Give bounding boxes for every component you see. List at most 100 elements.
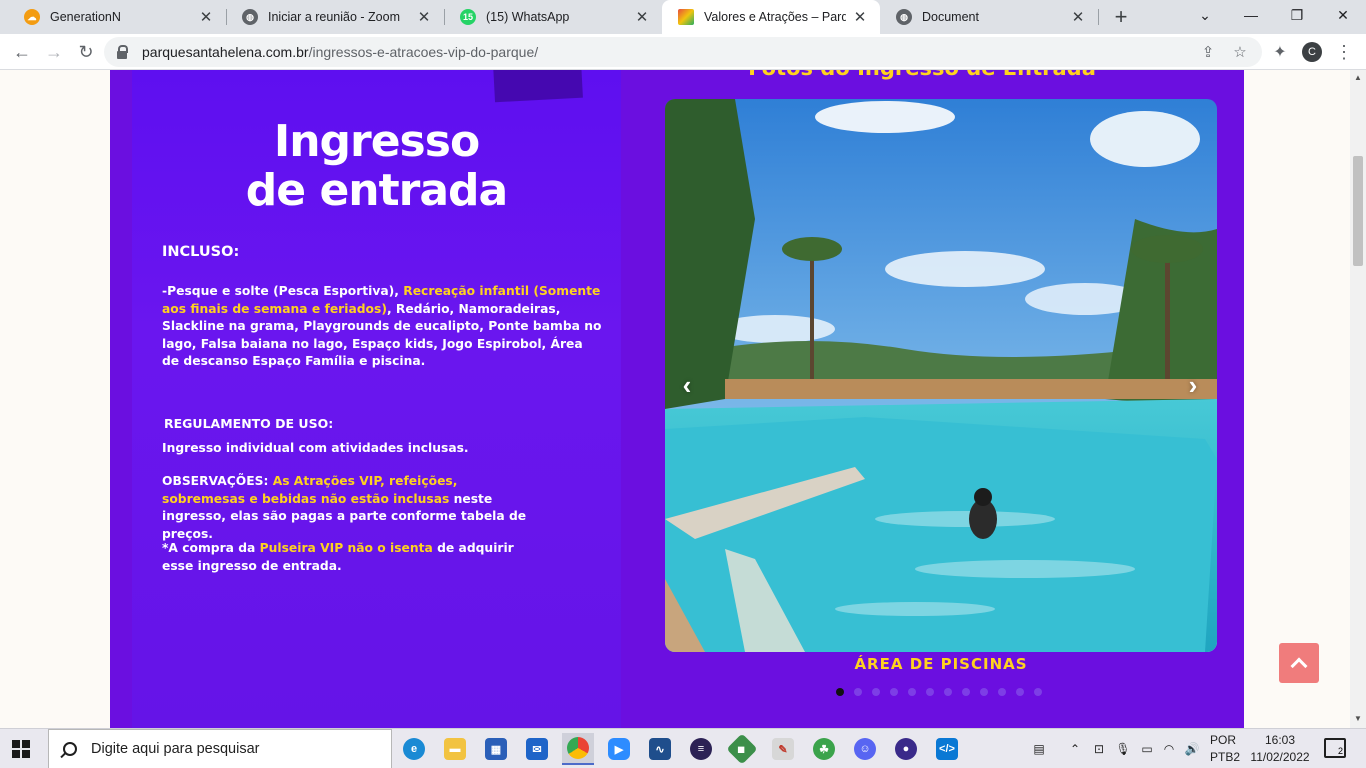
menu-kebab-icon[interactable]: ⋮ xyxy=(1330,38,1358,66)
gallery-title: Fotos do Ingresso de Entrada xyxy=(646,70,1198,80)
decorative-tape xyxy=(493,70,583,103)
promo-heading-line1: Ingresso xyxy=(273,116,480,167)
page-scrollbar[interactable]: ▲ ▼ xyxy=(1350,70,1366,728)
tab-zoom[interactable]: ◍ Iniciar a reunião - Zoom ✕ xyxy=(226,0,444,34)
close-icon[interactable]: ✕ xyxy=(198,9,214,26)
search-placeholder: Digite aqui para pesquisar xyxy=(91,741,260,757)
windows-taskbar: Digite aqui para pesquisar e ▬ ▦ ✉ ▶ ∿ ≡… xyxy=(0,728,1366,768)
bookmark-star-icon[interactable]: ☆ xyxy=(1230,42,1250,62)
scroll-down-arrow[interactable]: ▼ xyxy=(1353,714,1363,724)
tab-search-button[interactable]: ⌄ xyxy=(1182,0,1228,30)
gallery-slide-image[interactable] xyxy=(665,99,1217,652)
search-icon xyxy=(63,742,77,756)
android-studio-icon[interactable]: ☘ xyxy=(808,733,840,765)
chrome-icon[interactable] xyxy=(562,733,594,765)
forward-button[interactable]: → xyxy=(40,38,68,66)
paint-icon[interactable]: ✎ xyxy=(767,733,799,765)
gallery-dot[interactable] xyxy=(962,688,970,696)
tab-title: Document xyxy=(922,10,979,24)
pool-photo xyxy=(665,99,1217,652)
chevron-up-icon xyxy=(1290,657,1308,675)
browser-toolbar: ← → ↻ parquesantahelena.com.br/ingressos… xyxy=(0,34,1366,70)
scroll-up-arrow[interactable]: ▲ xyxy=(1353,73,1363,83)
edge-icon[interactable]: e xyxy=(398,733,430,765)
keyboard-layout: PTB2 xyxy=(1210,750,1241,764)
gallery-dot[interactable] xyxy=(890,688,898,696)
gallery-dot[interactable] xyxy=(980,688,988,696)
gallery-dot[interactable] xyxy=(836,688,844,696)
tab-document[interactable]: ◍ Document ✕ xyxy=(880,0,1098,34)
minimize-button[interactable]: — xyxy=(1228,0,1274,30)
tab-separator xyxy=(1098,9,1099,25)
tab-generation[interactable]: ☁ GenerationN ✕ xyxy=(8,0,226,34)
eclipse-icon[interactable]: ≡ xyxy=(685,733,717,765)
microphone-icon[interactable]: 🎙 xyxy=(1114,729,1132,768)
gallery-dot[interactable] xyxy=(1016,688,1024,696)
notifications-icon[interactable]: 2 xyxy=(1324,738,1346,758)
url-path: /ingressos-e-atracoes-vip-do-parque/ xyxy=(308,44,539,60)
page-viewport: Ingresso de entrada INCLUSO: -Pesque e s… xyxy=(0,70,1350,728)
tab-whatsapp[interactable]: 15 (15) WhatsApp ✕ xyxy=(444,0,662,34)
rules-text: Ingresso individual com atividades inclu… xyxy=(162,441,469,455)
gallery-dot[interactable] xyxy=(908,688,916,696)
tab-title: Valores e Atrações – Parque S xyxy=(704,10,846,24)
mail-icon[interactable]: ✉ xyxy=(521,733,553,765)
extensions-icon[interactable]: ✦ xyxy=(1266,38,1294,66)
chevron-up-icon[interactable]: ⌃ xyxy=(1066,729,1084,768)
close-icon[interactable]: ✕ xyxy=(634,9,650,26)
whatsapp-icon: 15 xyxy=(460,9,476,25)
tab-parque[interactable]: Valores e Atrações – Parque S ✕ xyxy=(662,0,880,34)
gallery-dot[interactable] xyxy=(998,688,1006,696)
scrollbar-thumb[interactable] xyxy=(1353,156,1363,266)
vip-note-text: *A compra da Pulseira VIP não o isenta d… xyxy=(162,541,514,573)
tab-title: Iniciar a reunião - Zoom xyxy=(268,10,401,24)
gallery-prev-arrow[interactable]: ‹ xyxy=(672,370,702,400)
gallery-dot[interactable] xyxy=(854,688,862,696)
back-to-top-button[interactable] xyxy=(1279,643,1319,683)
zoom-icon[interactable]: ▶ xyxy=(603,733,635,765)
language-indicator[interactable]: POR PTB2 xyxy=(1210,732,1240,766)
restore-button[interactable]: ❐ xyxy=(1274,0,1320,30)
cloud-icon: ☁ xyxy=(24,9,40,25)
task-view-icon[interactable]: ▤ xyxy=(1026,729,1052,768)
tab-title: GenerationN xyxy=(50,10,121,24)
rules-title: REGULAMENTO DE USO: xyxy=(164,416,334,431)
usb-icon[interactable]: ⊡ xyxy=(1090,729,1108,768)
store-icon[interactable]: ▦ xyxy=(480,733,512,765)
new-tab-button[interactable]: + xyxy=(1108,4,1134,30)
taskbar-search-input[interactable]: Digite aqui para pesquisar xyxy=(48,729,392,768)
gallery-dot[interactable] xyxy=(1034,688,1042,696)
share-icon[interactable]: ⇪ xyxy=(1198,42,1218,62)
close-icon[interactable]: ✕ xyxy=(1070,9,1086,26)
battery-icon[interactable]: ▭ xyxy=(1138,729,1156,768)
gallery-dot[interactable] xyxy=(944,688,952,696)
observations-text: OBSERVAÇÕES: As Atrações VIP, refeições,… xyxy=(162,474,527,541)
wifi-icon[interactable]: ◠ xyxy=(1160,729,1178,768)
volume-icon[interactable]: 🔊 xyxy=(1182,729,1202,768)
vscode-icon[interactable]: </> xyxy=(931,733,963,765)
close-icon[interactable]: ✕ xyxy=(416,9,432,26)
wireshark-icon[interactable]: ∿ xyxy=(644,733,676,765)
included-title: INCLUSO: xyxy=(162,244,240,260)
git-icon[interactable]: ◆ xyxy=(726,733,758,765)
eclipse-ide-icon[interactable]: ● xyxy=(890,733,922,765)
window-close-button[interactable]: ✕ xyxy=(1320,0,1366,30)
lock-icon xyxy=(116,45,128,59)
gallery-next-arrow[interactable]: › xyxy=(1178,370,1208,400)
url-host: parquesantahelena.com.br xyxy=(142,44,309,60)
close-icon[interactable]: ✕ xyxy=(852,9,868,26)
windows-start-icon[interactable] xyxy=(12,740,30,758)
clock-date: 11/02/2022 xyxy=(1250,750,1310,764)
gallery-dot[interactable] xyxy=(872,688,880,696)
tab-title: (15) WhatsApp xyxy=(486,10,570,24)
reload-button[interactable]: ↻ xyxy=(72,38,100,66)
globe-icon: ◍ xyxy=(896,9,912,25)
address-bar[interactable]: parquesantahelena.com.br/ingressos-e-atr… xyxy=(104,37,1262,67)
file-explorer-icon[interactable]: ▬ xyxy=(439,733,471,765)
gallery-caption: ÁREA DE PISCINAS xyxy=(854,655,1028,673)
profile-avatar[interactable]: C xyxy=(1302,42,1322,62)
discord-icon[interactable]: ☺ xyxy=(849,733,881,765)
back-button[interactable]: ← xyxy=(8,38,36,66)
gallery-dot[interactable] xyxy=(926,688,934,696)
clock[interactable]: 16:03 11/02/2022 xyxy=(1248,732,1312,766)
